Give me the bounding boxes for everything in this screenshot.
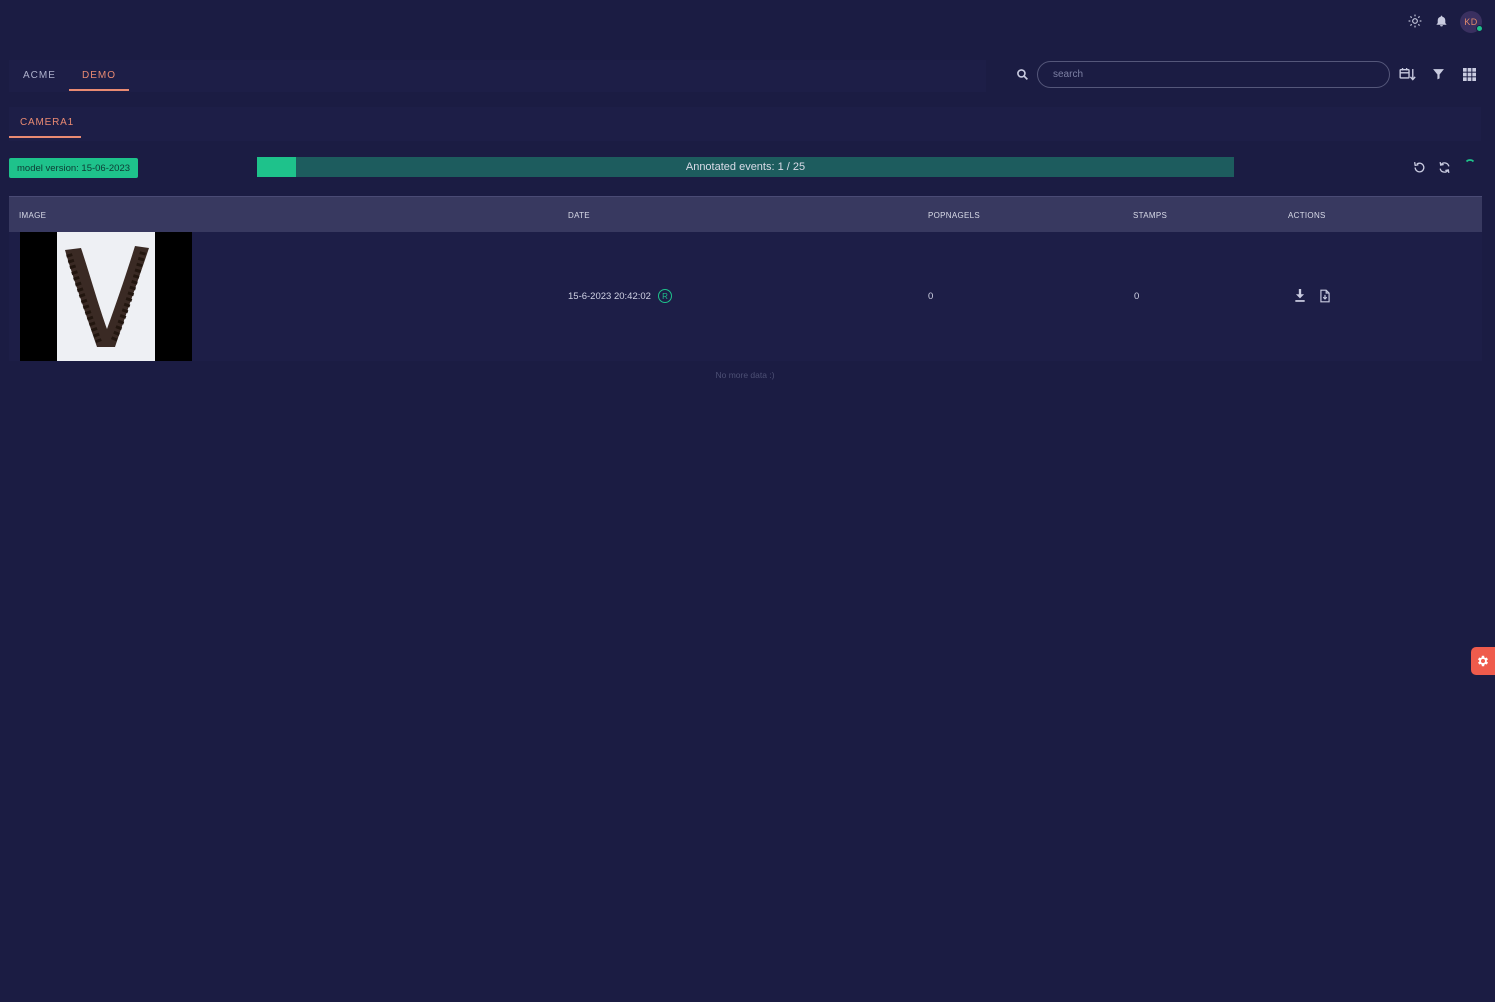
grid-view-icon[interactable] <box>1463 68 1477 82</box>
tab-acme-label: ACME <box>23 70 56 81</box>
camera-tabs: CAMERA1 <box>9 107 1481 141</box>
download-icon[interactable] <box>1294 289 1308 305</box>
table-row[interactable]: 15-6-2023 20:42:02 R 0 0 <box>9 232 1482 361</box>
annotation-progress-bar: Annotated events: 1 / 25 <box>257 157 1234 177</box>
event-thumbnail[interactable] <box>20 232 192 361</box>
user-avatar[interactable]: KD <box>1460 11 1483 33</box>
search-input[interactable] <box>1037 61 1390 88</box>
settings-button[interactable] <box>1471 647 1495 675</box>
stamps-count: 0 <box>1134 291 1140 302</box>
progress-label: Annotated events: 1 / 25 <box>685 161 806 173</box>
notification-bell-icon[interactable] <box>1432 12 1450 30</box>
thumbnail-image <box>57 232 155 361</box>
online-status-dot <box>1476 25 1483 32</box>
tab-demo-label: DEMO <box>82 70 116 81</box>
active-camera-indicator <box>9 136 81 138</box>
filter-icon[interactable] <box>1432 67 1446 83</box>
event-date: 15-6-2023 20:42:02 <box>568 291 651 302</box>
popnagels-count: 0 <box>928 291 934 302</box>
theme-toggle-icon[interactable] <box>1406 12 1424 30</box>
sort-by-date-icon[interactable] <box>1399 67 1417 83</box>
refresh-icon[interactable] <box>1435 158 1453 176</box>
search-icon[interactable] <box>1016 68 1030 82</box>
loading-spinner-icon <box>1461 156 1479 174</box>
model-version-label: model version: 15-06-2023 <box>17 162 131 174</box>
tab-camera1[interactable]: CAMERA1 <box>20 117 74 128</box>
reset-icon[interactable] <box>1410 158 1428 176</box>
gear-icon <box>1477 655 1489 667</box>
review-status-letter: R <box>662 291 668 301</box>
column-header-popnagels[interactable]: POPNAGELS <box>928 211 980 220</box>
organization-tabs: ACME DEMO <box>9 60 986 92</box>
review-status-badge: R <box>658 289 672 303</box>
table-header: IMAGE DATE POPNAGELS STAMPS ACTIONS <box>9 196 1482 232</box>
column-header-date[interactable]: DATE <box>568 211 590 220</box>
active-tab-indicator <box>69 89 129 91</box>
model-version-badge: model version: 15-06-2023 <box>9 158 139 178</box>
column-header-actions: ACTIONS <box>1288 211 1326 220</box>
tab-acme[interactable]: ACME <box>23 60 56 91</box>
file-download-icon[interactable] <box>1319 289 1333 305</box>
no-more-data-message: No more data :) <box>715 370 775 380</box>
column-header-stamps[interactable]: STAMPS <box>1133 211 1167 220</box>
coffee-beans-image <box>65 246 149 347</box>
column-header-image[interactable]: IMAGE <box>19 211 46 220</box>
tab-demo[interactable]: DEMO <box>82 60 116 91</box>
tab-camera1-label: CAMERA1 <box>20 117 74 128</box>
